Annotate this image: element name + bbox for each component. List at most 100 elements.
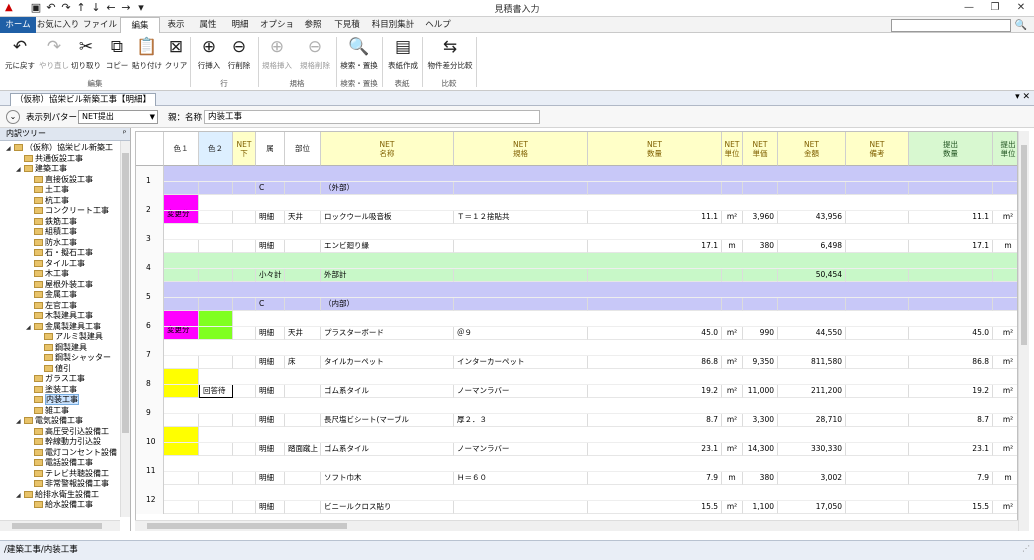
grid-cell[interactable] bbox=[233, 470, 256, 485]
grid-cell[interactable]: ＠９ bbox=[454, 325, 588, 340]
grid-cell[interactable]: 43,956 bbox=[778, 209, 846, 224]
ribbon-button-10[interactable]: 🔍 検索・置換 bbox=[340, 36, 378, 76]
grid-cell[interactable]: 28,710 bbox=[778, 412, 846, 427]
tree-node[interactable]: 非常警報設備工事 bbox=[26, 479, 109, 489]
grid-cell[interactable] bbox=[588, 296, 722, 311]
tree-node[interactable]: 土工事 bbox=[26, 185, 69, 195]
grid-cell[interactable]: エンビ廻り縁 bbox=[321, 238, 454, 253]
collapse-chevron-icon[interactable]: ⌄ bbox=[6, 110, 20, 124]
ribbon-button-9[interactable]: ⊖ 規格削除 bbox=[297, 36, 333, 76]
grid-cell[interactable]: 45.0 bbox=[909, 325, 993, 340]
grid-cell[interactable]: 86.8 bbox=[588, 354, 722, 369]
tab-5[interactable]: 属性 bbox=[192, 17, 224, 33]
grid-cell[interactable] bbox=[846, 354, 909, 369]
tab-9[interactable]: 下見積 bbox=[328, 17, 366, 33]
tree-node[interactable]: 給水設備工事 bbox=[26, 500, 93, 510]
grid-cell[interactable]: m bbox=[993, 239, 1017, 253]
grid-cell[interactable]: 明細 bbox=[256, 209, 285, 224]
grid-cell[interactable]: 45.0 bbox=[588, 325, 722, 340]
row-number[interactable]: 5 bbox=[136, 282, 164, 311]
grid-cell[interactable]: タイルカーペット bbox=[321, 354, 454, 369]
grid-cell[interactable] bbox=[993, 297, 1017, 311]
grid-cell[interactable] bbox=[233, 325, 256, 340]
grid-cell[interactable] bbox=[199, 470, 233, 485]
tab-6[interactable]: 明細 bbox=[224, 17, 256, 33]
grid-cell[interactable] bbox=[285, 238, 321, 253]
tree-node[interactable]: 塗装工事 bbox=[26, 385, 77, 395]
grid-vertical-scrollbar[interactable] bbox=[1018, 131, 1029, 531]
minimize-icon[interactable]: — bbox=[962, 1, 976, 15]
grid-cell[interactable]: 3,960 bbox=[743, 209, 778, 224]
grid-cell[interactable] bbox=[846, 238, 909, 253]
grid-cell[interactable]: 11,000 bbox=[743, 383, 778, 398]
tab-0[interactable]: ホーム bbox=[0, 17, 36, 33]
column-header[interactable]: 色１ bbox=[164, 132, 199, 166]
tab-8[interactable]: 参照 bbox=[298, 17, 328, 33]
close-document-icon[interactable]: ▾ ✕ bbox=[1015, 92, 1030, 102]
tree-node[interactable]: 鉄筋工事 bbox=[26, 217, 77, 227]
row-number[interactable]: 12 bbox=[136, 485, 164, 514]
grid-cell[interactable]: ソフト巾木 bbox=[321, 470, 454, 485]
grid-cell[interactable] bbox=[164, 354, 199, 369]
grid-cell[interactable] bbox=[909, 267, 993, 282]
document-tab[interactable]: （仮称）協栄ビル新築工事【明細】 bbox=[10, 93, 157, 106]
grid-cell[interactable]: m² bbox=[993, 326, 1017, 340]
grid-cell[interactable]: （内部） bbox=[321, 296, 454, 311]
grid-cell[interactable]: m² bbox=[722, 209, 743, 224]
grid-cell[interactable]: 380 bbox=[743, 238, 778, 253]
grid-cell[interactable]: 天井 bbox=[285, 325, 321, 340]
pattern-select[interactable]: NET提出 ▼ bbox=[78, 110, 158, 124]
grid-cell[interactable] bbox=[164, 238, 199, 253]
expand-arrow-icon[interactable]: ◢ bbox=[16, 165, 24, 175]
grid-cell[interactable]: m bbox=[722, 470, 743, 485]
grid-cell[interactable] bbox=[164, 412, 199, 427]
grid-cell[interactable]: 86.8 bbox=[909, 354, 993, 369]
tree-horizontal-scrollbar[interactable] bbox=[0, 520, 120, 531]
grid-cell[interactable] bbox=[199, 354, 233, 369]
grid-cell[interactable] bbox=[285, 180, 321, 195]
expand-arrow-icon[interactable]: ◢ bbox=[6, 144, 14, 154]
tree-node[interactable]: 屋根外装工事 bbox=[26, 280, 93, 290]
pin-icon[interactable]: ᴾ bbox=[123, 128, 126, 140]
row-number[interactable]: 11 bbox=[136, 456, 164, 485]
column-header[interactable]: NET 備考 bbox=[846, 132, 909, 166]
grid-cell[interactable]: m² bbox=[993, 442, 1017, 456]
tree-vertical-scrollbar[interactable] bbox=[120, 141, 130, 517]
grid-horizontal-scrollbar[interactable] bbox=[135, 520, 1018, 531]
grid-cell[interactable] bbox=[285, 470, 321, 485]
grid-cell[interactable] bbox=[233, 441, 256, 456]
grid-cell[interactable]: 23.1 bbox=[588, 441, 722, 456]
close-icon[interactable]: ✕ bbox=[1014, 1, 1028, 15]
grid-cell[interactable]: Ｔ＝１２捨貼共 bbox=[454, 209, 588, 224]
grid-cell[interactable]: C bbox=[256, 180, 285, 195]
grid-cell[interactable] bbox=[233, 499, 256, 514]
grid-cell[interactable] bbox=[199, 238, 233, 253]
grid-cell[interactable] bbox=[199, 209, 233, 224]
grid-cell[interactable] bbox=[285, 383, 321, 398]
grid-cell[interactable]: 7.9 bbox=[588, 470, 722, 485]
tree-node[interactable]: 直接仮設工事 bbox=[26, 175, 93, 185]
tree-node[interactable]: ガラス工事 bbox=[26, 374, 85, 384]
row-number[interactable]: 9 bbox=[136, 398, 164, 427]
grid-cell[interactable]: 明細 bbox=[256, 238, 285, 253]
grid-cell[interactable] bbox=[722, 180, 743, 195]
ribbon-button-0[interactable]: ↶ 元に戻す bbox=[4, 36, 36, 76]
grid-cell[interactable]: 7.9 bbox=[909, 470, 993, 485]
grid-cell[interactable]: m² bbox=[722, 325, 743, 340]
column-header[interactable]: NET 単位 bbox=[722, 132, 743, 166]
restore-icon[interactable]: ❐ bbox=[988, 1, 1002, 15]
grid-cell[interactable] bbox=[285, 296, 321, 311]
tree-node[interactable]: 幹線動力引込設 bbox=[26, 437, 101, 447]
tree-node[interactable]: ◢ 金属製建具工事 bbox=[26, 322, 101, 332]
column-header[interactable]: NET 規格 bbox=[454, 132, 588, 166]
ribbon-button-5[interactable]: ⊠ クリア bbox=[164, 36, 188, 76]
column-header[interactable]: NET 名称 bbox=[321, 132, 454, 166]
grid-cell[interactable] bbox=[588, 267, 722, 282]
grid-cell[interactable] bbox=[846, 180, 909, 195]
grid-cell[interactable] bbox=[199, 412, 233, 427]
tree-node[interactable]: 木製建具工事 bbox=[26, 311, 93, 321]
grid-cell[interactable] bbox=[199, 499, 233, 514]
grid-cell[interactable]: 11.1 bbox=[588, 209, 722, 224]
grid-cell[interactable]: 踏面蹴上 bbox=[285, 441, 321, 456]
grid-cell[interactable]: 19.2 bbox=[588, 383, 722, 398]
